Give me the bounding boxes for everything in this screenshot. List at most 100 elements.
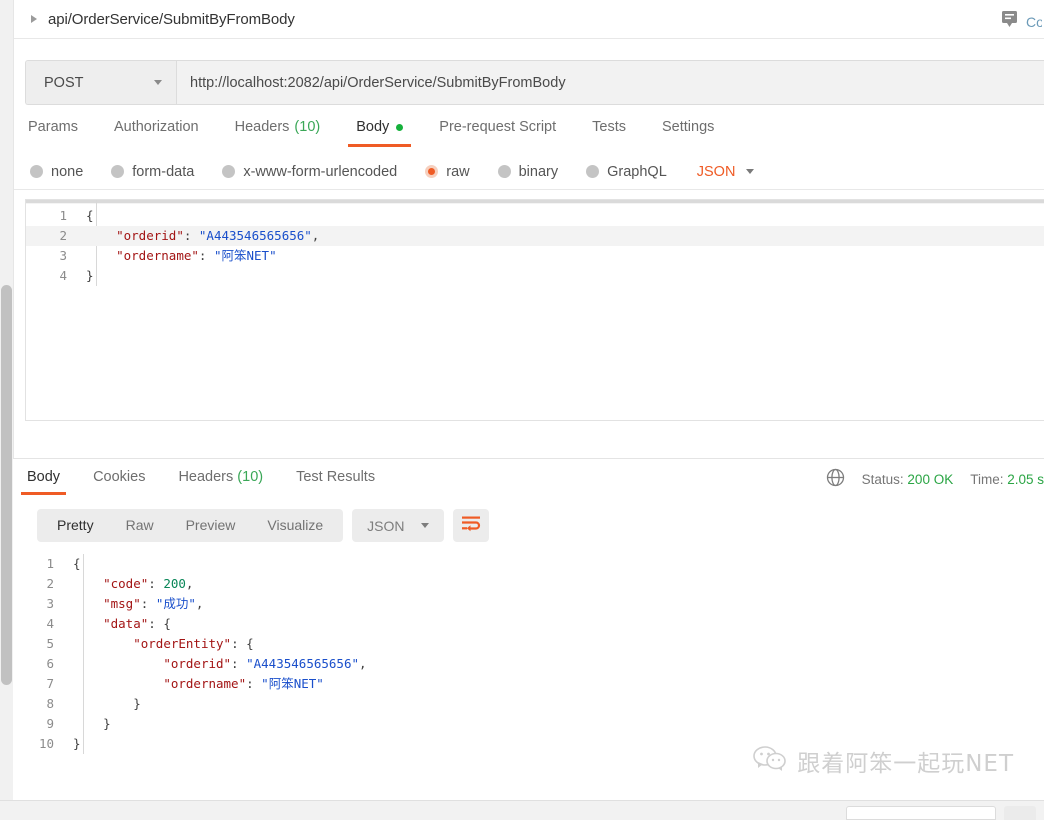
- breadcrumb: api/OrderService/SubmitByFromBody Co: [14, 0, 1044, 39]
- code-text: }: [86, 268, 94, 283]
- tab-label: Test Results: [296, 469, 376, 485]
- radio-selected-icon: [425, 165, 439, 178]
- postman-window: api/OrderService/SubmitByFromBody Co POS…: [0, 0, 1044, 820]
- time-value: 2.05 s: [1007, 471, 1044, 487]
- request-body-editor[interactable]: 1{2 "orderid": "A443546565656", 3 "ordern…: [25, 199, 1044, 421]
- code-line: 2 "orderid": "A443546565656",: [26, 226, 1044, 246]
- line-number: 3: [59, 248, 67, 263]
- line-number: 9: [46, 716, 54, 731]
- response-format-select[interactable]: JSON: [352, 509, 444, 542]
- bottom-button[interactable]: [1004, 806, 1036, 820]
- word-wrap-icon: [461, 515, 481, 537]
- tab-label: Pre-request Script: [439, 119, 557, 135]
- body-type-options: none form-data x-www-form-urlencoded raw…: [14, 154, 1044, 190]
- code-line: 8 }: [13, 694, 1044, 714]
- radio-form-data[interactable]: form-data: [111, 164, 194, 180]
- code-line: 4}: [26, 266, 1044, 286]
- radio-x-www-form-urlencoded[interactable]: x-www-form-urlencoded: [222, 164, 397, 180]
- watermark: 跟着阿笨一起玩NET: [753, 744, 1014, 778]
- radio-label: binary: [518, 163, 559, 180]
- radio-label: form-data: [132, 163, 195, 180]
- radio-graphql[interactable]: GraphQL: [586, 164, 667, 180]
- status-badge: Status: 200 OK: [862, 472, 954, 487]
- code-line: 4 "data": {: [13, 614, 1044, 634]
- code-text: }: [73, 736, 81, 751]
- tab-label: Params: [28, 119, 78, 135]
- wechat-icon: [753, 745, 787, 778]
- status-label: Status:: [861, 471, 904, 487]
- radio-label: GraphQL: [607, 163, 667, 180]
- code-text: {: [86, 208, 94, 223]
- tab-label: Headers: [178, 469, 234, 485]
- tab-label: Body: [27, 469, 61, 485]
- code-line: 3 "ordername": "阿笨NET": [26, 246, 1044, 266]
- code-text: "orderid": "A443546565656",: [116, 228, 320, 243]
- comment-icon: [1001, 10, 1018, 33]
- globe-icon: [826, 468, 845, 490]
- code-text: }: [73, 716, 111, 731]
- radio-label: x-www-form-urlencoded: [243, 163, 398, 180]
- view-mode-pretty[interactable]: Pretty: [41, 509, 110, 542]
- tab-headers[interactable]: Headers (10): [235, 116, 321, 147]
- url-input[interactable]: http://localhost:2082/api/OrderService/S…: [177, 61, 1044, 104]
- page-scrollbar-thumb[interactable]: [1, 285, 12, 685]
- radio-raw[interactable]: raw: [425, 163, 470, 180]
- code-text: {: [73, 556, 81, 571]
- response-tab-body[interactable]: Body: [20, 459, 67, 495]
- response-pane: Body Cookies Headers (10) Test Results S…: [13, 458, 1044, 800]
- chevron-down-icon: [154, 80, 162, 85]
- tab-label: Settings: [661, 119, 715, 135]
- radio-none[interactable]: none: [30, 164, 83, 180]
- radio-icon: [222, 165, 236, 178]
- bottom-input[interactable]: [846, 806, 996, 820]
- tab-settings[interactable]: Settings: [662, 116, 714, 147]
- code-text: "ordername": "阿笨NET": [163, 676, 324, 691]
- tab-params[interactable]: Params: [28, 116, 78, 147]
- tab-label: Headers: [234, 119, 290, 135]
- line-number: 4: [59, 268, 67, 283]
- response-tab-test-results[interactable]: Test Results: [296, 459, 375, 495]
- tab-authorization[interactable]: Authorization: [114, 116, 199, 147]
- response-tab-cookies[interactable]: Cookies: [93, 459, 145, 495]
- time-label: Time:: [970, 471, 1004, 487]
- line-number: 1: [46, 556, 54, 571]
- word-wrap-toggle[interactable]: [452, 509, 489, 542]
- url-value: http://localhost:2082/api/OrderService/S…: [190, 74, 566, 91]
- page-scrollbar-track[interactable]: [0, 0, 13, 820]
- watermark-text: 跟着阿笨一起玩NET: [797, 751, 1014, 777]
- body-modified-dot-icon: [396, 123, 404, 131]
- code-text: "code": 200,: [103, 576, 194, 591]
- response-toolbar: Pretty Raw Preview Visualize JSON: [37, 509, 1044, 542]
- caret-right-icon[interactable]: [31, 15, 37, 23]
- url-bar: POST http://localhost:2082/api/OrderServ…: [25, 60, 1044, 105]
- line-number: 10: [38, 736, 54, 751]
- code-line: 2 "code": 200,: [13, 574, 1044, 594]
- code-text: "orderEntity": {: [133, 636, 254, 651]
- line-number: 4: [46, 616, 54, 631]
- response-code-area[interactable]: 1 {2 "code": 200, 3 "msg": "成功", 4 "data": …: [13, 554, 1044, 754]
- http-method-value: POST: [44, 74, 84, 91]
- radio-label: raw: [446, 163, 470, 180]
- comments-button[interactable]: Co: [1001, 10, 1044, 33]
- tab-body[interactable]: Body: [348, 116, 412, 147]
- time-badge: Time: 2.05 s: [970, 472, 1044, 487]
- body-format-value: JSON: [696, 163, 736, 180]
- response-view-modes: Pretty Raw Preview Visualize: [37, 509, 344, 542]
- tab-pre-request-script[interactable]: Pre-request Script: [439, 116, 556, 147]
- code-text: "orderid": "A443546565656",: [163, 656, 367, 671]
- code-line: 3 "msg": "成功",: [13, 594, 1044, 614]
- comments-label: Co: [1026, 13, 1042, 30]
- response-headers-count: (10): [237, 469, 264, 485]
- request-code-area[interactable]: 1{2 "orderid": "A443546565656", 3 "ordern…: [26, 200, 1044, 286]
- tab-tests[interactable]: Tests: [592, 116, 626, 147]
- radio-label: none: [51, 163, 84, 180]
- view-mode-raw[interactable]: Raw: [110, 509, 170, 542]
- line-number: 8: [46, 696, 54, 711]
- view-mode-visualize[interactable]: Visualize: [251, 509, 339, 542]
- body-format-select[interactable]: JSON: [697, 164, 755, 180]
- http-method-select[interactable]: POST: [26, 61, 177, 104]
- radio-binary[interactable]: binary: [497, 163, 559, 180]
- view-mode-preview[interactable]: Preview: [170, 509, 252, 542]
- line-number: 5: [46, 636, 54, 651]
- response-tab-headers[interactable]: Headers (10): [178, 459, 263, 495]
